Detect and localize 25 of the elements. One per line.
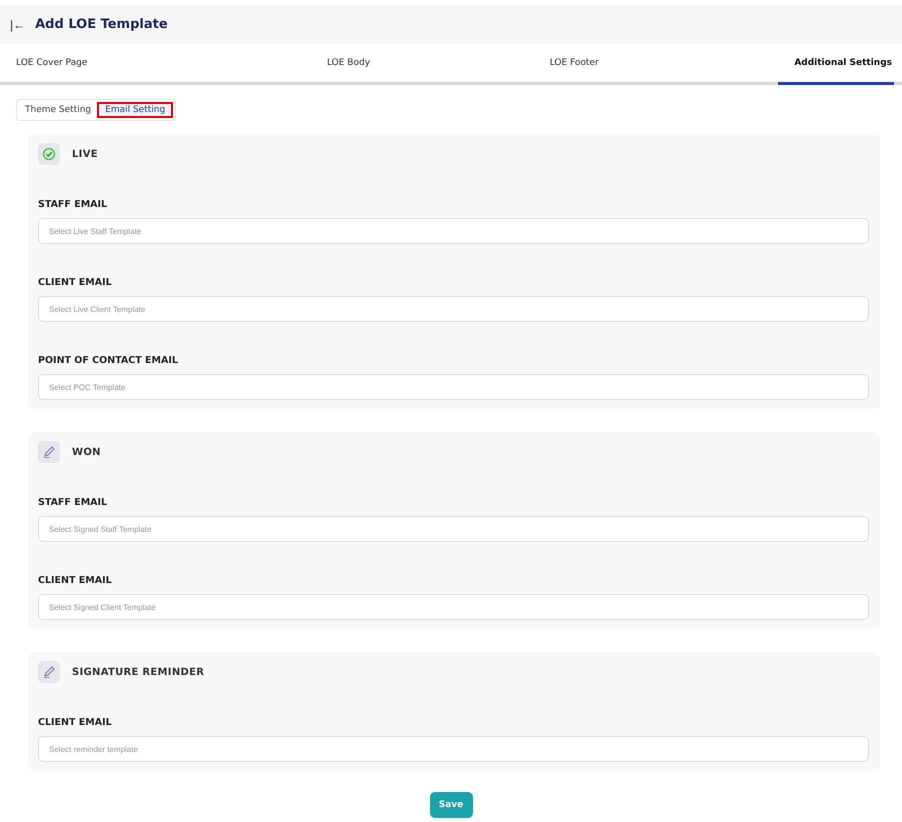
field-label: STAFF EMAIL (38, 497, 108, 510)
template-select[interactable]: Select Live Client Template (38, 296, 869, 322)
pen-icon (38, 661, 60, 683)
section-title: WON (72, 446, 101, 458)
section-title: LIVE (72, 148, 98, 160)
section-title: SIGNATURE REMINDER (72, 666, 204, 678)
template-select[interactable]: Select reminder template (38, 736, 869, 762)
template-select[interactable]: Select Signed Staff Template (38, 516, 869, 542)
page-title: Add LOE Template (35, 17, 168, 32)
tab[interactable]: LOE Cover Page (16, 44, 88, 85)
field-label: STAFF EMAIL (38, 199, 108, 212)
back-button[interactable]: |← (10, 18, 26, 32)
subtab[interactable]: Email Setting (97, 102, 174, 118)
field-label: CLIENT EMAIL (38, 717, 113, 730)
field-label: CLIENT EMAIL (38, 277, 113, 290)
pen-icon (38, 441, 60, 463)
subtab[interactable]: Theme Setting (23, 102, 94, 118)
template-select[interactable]: Select Signed Client Template (38, 594, 869, 620)
field-label: CLIENT EMAIL (38, 575, 113, 588)
field-label: POINT OF CONTACT EMAIL (38, 355, 179, 368)
template-select[interactable]: Select Live Staff Template (38, 218, 869, 244)
template-select[interactable]: Select POC Template (38, 374, 869, 400)
tab[interactable]: Additional Settings (778, 44, 894, 85)
tab[interactable]: LOE Footer (550, 44, 599, 85)
tab[interactable]: LOE Body (326, 44, 370, 85)
